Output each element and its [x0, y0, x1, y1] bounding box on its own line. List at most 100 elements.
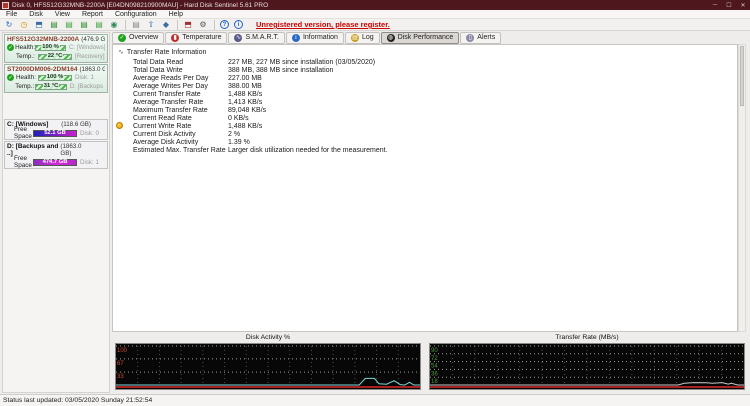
performance-row: Average Disk Activity1.39 % [113, 138, 737, 146]
tab-bar: ✓Overview▮Temperature∿S.M.A.R.T.iInforma… [112, 31, 502, 44]
disk-surface-test-icon[interactable]: ▤ [47, 19, 61, 30]
toolbar-separator [125, 20, 126, 30]
performance-label: Current Write Rate [133, 123, 228, 130]
performance-row: Estimated Max. Transfer RateLarger disk … [113, 146, 737, 154]
temp-value: 31 °C [43, 84, 60, 89]
temp-label: Temp.: [16, 53, 38, 60]
help-icon[interactable]: ? [220, 20, 229, 29]
network-icon[interactable]: ◆ [159, 19, 173, 30]
tab-alerts[interactable]: ▯Alerts [460, 32, 501, 44]
health-ok-icon: ✓ [7, 44, 14, 51]
scrollbar-thumb[interactable] [740, 46, 744, 106]
disk-read-test-icon[interactable]: ▤ [62, 19, 76, 30]
vertical-scrollbar[interactable] [738, 44, 746, 332]
performance-label: Maximum Transfer Rate [133, 107, 228, 114]
report-icon[interactable]: ▤ [129, 19, 143, 30]
performance-value: 2 % [228, 131, 240, 138]
health-ok-icon: ✓ [7, 74, 14, 81]
health-value: 100 % [46, 75, 64, 80]
svg-text:54: 54 [431, 364, 438, 370]
send-report-icon[interactable]: ⇧ [144, 19, 158, 30]
status-text: Status last updated: 03/05/2020 Sunday 2… [3, 397, 152, 404]
tab-overview[interactable]: ✓Overview [112, 32, 164, 44]
world-icon[interactable]: ◉ [107, 19, 121, 30]
clock-icon[interactable]: ◷ [17, 19, 31, 30]
status-column: ✓ [7, 44, 15, 51]
disk-seek-test-icon[interactable]: ▤ [92, 19, 106, 30]
health-row: ✓Health:100 %C: [Windows] [ [7, 43, 105, 52]
chart-plot-area: 9072543618 [429, 343, 745, 390]
tab-temperature[interactable]: ▮Temperature [165, 32, 227, 44]
performance-label: Average Writes Per Day [133, 83, 228, 90]
refresh-icon[interactable]: ↻ [2, 19, 16, 30]
svg-text:100: 100 [117, 348, 128, 354]
performance-label: Current Disk Activity [133, 131, 228, 138]
tab-label: Overview [129, 34, 158, 41]
remote-monitor-icon[interactable]: ⬒ [181, 19, 195, 30]
free-space-label: Free Space [7, 126, 33, 140]
performance-row: Current Write Rate1,488 KB/s [113, 122, 737, 130]
disk-list: HFS512G32MNB-2200A(476.9 GB)Disk: 0✓Heal… [4, 34, 108, 93]
chart-plot-area: 1006733 [115, 343, 421, 390]
info-icon[interactable]: i [234, 20, 243, 29]
toolbar-separator [177, 20, 178, 30]
disk-activity-chart: Disk Activity % 1006733 [112, 334, 424, 390]
partition-disk-number: Disk: 0 [80, 130, 99, 137]
performance-row: Current Disk Activity2 % [113, 130, 737, 138]
performance-row: Maximum Transfer Rate89,048 KB/s [113, 106, 737, 114]
disk-capacity: (1863.0 GB) [79, 66, 105, 73]
monitor-icon[interactable]: ⬒ [32, 19, 46, 30]
menu-bar: FileDiskViewReportConfigurationHelp [0, 10, 750, 19]
performance-label: Average Transfer Rate [133, 99, 228, 106]
menu-item-configuration[interactable]: Configuration [109, 11, 163, 18]
section-header: ∿ Transfer Rate Information [113, 45, 737, 58]
unregistered-link[interactable]: Unregistered version, please register. [256, 20, 390, 29]
disk-header: HFS512G32MNB-2200A(476.9 GB)Disk: 0 [7, 36, 105, 43]
performance-value: 1,488 KB/s [228, 123, 262, 130]
partition-disk-number: Disk: 1 [80, 159, 99, 166]
tab-disk-performance[interactable]: ◍Disk Performance [381, 32, 460, 44]
write-rate-bullet-icon [116, 122, 123, 129]
menu-item-disk[interactable]: Disk [23, 11, 49, 18]
tab-s-m-a-r-t-[interactable]: ∿S.M.A.R.T. [228, 32, 284, 44]
window-controls: ─☐✕ [708, 2, 750, 9]
disk-panel[interactable]: HFS512G32MNB-2200A(476.9 GB)Disk: 0✓Heal… [4, 34, 108, 63]
tab-label: Log [362, 34, 374, 41]
free-space-label: Free Space [7, 155, 33, 169]
partition-panel[interactable]: D: [Backups and ..](1863.0 GB)Free Space… [4, 141, 108, 169]
disk-panel[interactable]: ST2000DM006-2DM164(1863.0 GB)✓Health: 100… [4, 64, 108, 93]
free-space-bar: 474.7 GB [33, 159, 77, 166]
menu-item-file[interactable]: File [0, 11, 23, 18]
partition-panel[interactable]: C: [Windows](118.6 GB)Free Space52.1 GBD… [4, 119, 108, 140]
disk-header: ST2000DM006-2DM164(1863.0 GB) [7, 66, 105, 73]
tab-label: Disk Performance [398, 34, 454, 41]
tab-log[interactable]: ▤Log [345, 32, 380, 44]
disk-write-test-icon[interactable]: ▤ [77, 19, 91, 30]
health-value: 100 % [41, 45, 59, 50]
partition-capacity: (1863.0 GB) [60, 143, 91, 157]
tab-label: S.M.A.R.T. [245, 34, 278, 41]
performance-value: 1.39 % [228, 139, 250, 146]
health-label: Health: [16, 74, 38, 81]
temp-row: Temp.:22 °C[Recovery] [7, 52, 105, 61]
close-button[interactable]: ✕ [736, 2, 750, 9]
menu-item-report[interactable]: Report [76, 11, 109, 18]
maximize-button[interactable]: ☐ [722, 2, 736, 9]
performance-value: Larger disk utilization needed for the m… [228, 147, 388, 154]
svg-text:90: 90 [431, 348, 438, 354]
svg-text:67: 67 [117, 361, 124, 367]
disk-name: HFS512G32MNB-2200A [7, 36, 79, 43]
toolbar-separator [214, 20, 215, 30]
performance-value: 1,413 KB/s [228, 99, 262, 106]
temp-bar: 31 °C [35, 84, 66, 90]
minimize-button[interactable]: ─ [708, 2, 722, 9]
transfer-rate-icon: ∿ [118, 48, 124, 56]
menu-item-help[interactable]: Help [163, 11, 189, 18]
settings-icon[interactable]: ⚙ [196, 19, 210, 30]
svg-text:18: 18 [431, 379, 438, 385]
status-bar: Status last updated: 03/05/2020 Sunday 2… [0, 394, 750, 406]
menu-item-view[interactable]: View [49, 11, 76, 18]
app-icon [2, 2, 9, 9]
tab-information[interactable]: iInformation [286, 32, 344, 44]
partition-capacity: (118.6 GB) [61, 121, 91, 128]
